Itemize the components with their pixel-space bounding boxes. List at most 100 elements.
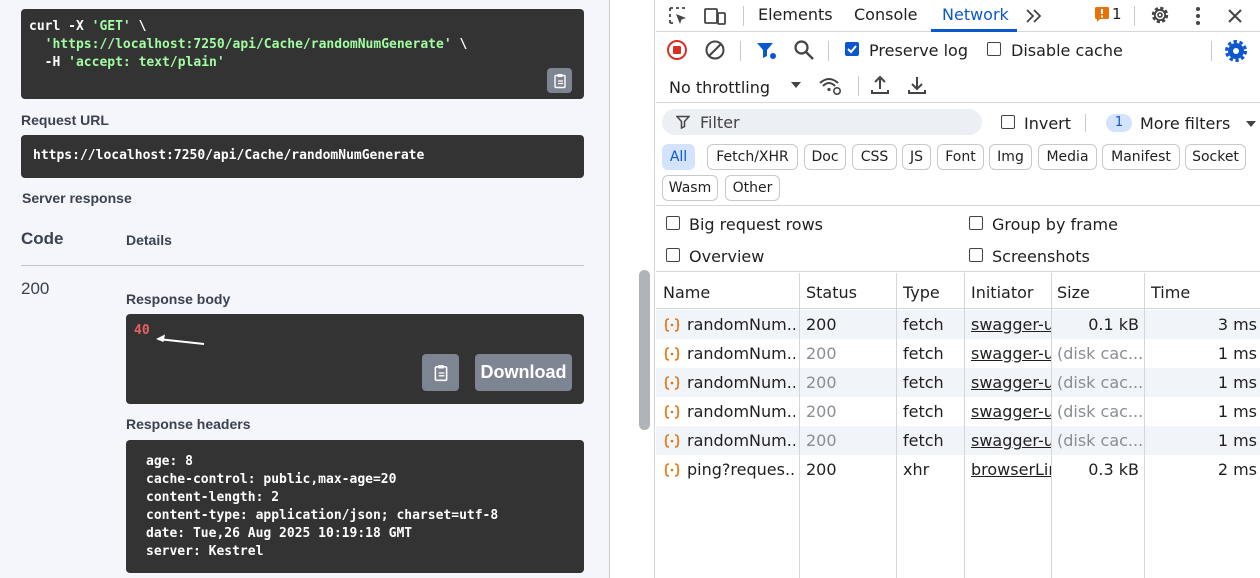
filter-chip-wasm[interactable]: Wasm [662,175,718,201]
request-name[interactable]: ping?reques... [687,460,795,479]
network-settings-gear-icon[interactable] [1224,39,1248,63]
network-toolbar: Preserve log Disable cache [656,33,1260,69]
response-header-line: content-length: 2 [146,490,280,505]
network-conditions-icon[interactable] [818,75,842,97]
copy-response-button[interactable] [422,354,459,391]
filter-chip-img[interactable]: Img [989,144,1032,170]
table-row[interactable]: randomNum... 200 fetch swagger-ui 0.1 kB 3 ms [656,310,1260,339]
devtools-panel: Elements Console Network 1 Preserve log … [610,0,1260,578]
filter-chip-all[interactable]: All [662,144,695,170]
request-name[interactable]: randomNum... [687,344,795,363]
filter-input[interactable]: Filter [662,109,982,135]
screenshots-checkbox[interactable] [969,248,983,262]
big-request-rows-checkbox[interactable] [666,216,680,230]
column-divider[interactable] [799,273,800,578]
close-icon[interactable] [1225,6,1245,26]
issues-count[interactable]: 1 [1112,5,1122,23]
column-header-size[interactable]: Size [1057,283,1090,302]
column-header-name[interactable]: Name [663,283,710,302]
settings-gear-icon[interactable] [1148,3,1172,27]
preserve-log-checkbox[interactable] [845,42,859,56]
request-time: 1 ms [1217,373,1257,392]
invert-checkbox[interactable] [1001,115,1015,129]
group-by-frame-checkbox[interactable] [969,216,983,230]
column-header-type[interactable]: Type [903,283,940,302]
issues-icon[interactable] [1094,6,1110,22]
overview-checkbox[interactable] [666,248,680,262]
divider [21,265,584,266]
inspect-element-icon[interactable] [667,5,689,27]
column-divider[interactable] [1051,273,1052,578]
scrollbar-thumb[interactable] [639,270,650,430]
group-by-frame-label[interactable]: Group by frame [992,215,1118,234]
table-row[interactable]: randomNum... 200 fetch swagger-ui (disk cac.… [656,397,1260,426]
column-divider[interactable] [896,273,897,578]
request-initiator-link[interactable]: swagger-ui [971,315,1051,334]
filter-chip-manifest[interactable]: Manifest [1102,144,1180,170]
filter-chip-css[interactable]: CSS [852,144,897,170]
disable-cache-label[interactable]: Disable cache [1011,41,1123,60]
search-icon[interactable] [793,39,815,61]
import-har-icon[interactable] [870,74,890,96]
details-column-header: Details [126,232,172,248]
request-name[interactable]: randomNum... [687,431,795,450]
column-header-initiator[interactable]: Initiator [971,283,1033,302]
request-initiator-link[interactable]: swagger-ui [971,373,1051,392]
more-filters-button[interactable]: More filters [1140,114,1230,133]
table-row[interactable]: ping?reques... 200 xhr browserLin 0.3 kB 2 ms [656,455,1260,484]
tab-network[interactable]: Network [942,5,1009,24]
column-divider[interactable] [1144,273,1145,578]
table-row[interactable]: randomNum... 200 fetch swagger-ui (disk cac.… [656,339,1260,368]
chevron-down-icon[interactable] [1245,120,1257,128]
copy-curl-button[interactable] [547,68,572,93]
type-filter-chips: All Fetch/XHR Doc CSS JS Font Img Media … [656,142,1260,206]
preserve-log-label[interactable]: Preserve log [869,41,968,60]
filter-chip-fetch-xhr[interactable]: Fetch/XHR [707,144,798,170]
filter-chip-other[interactable]: Other [725,175,780,201]
filter-chip-js[interactable]: JS [902,144,931,170]
table-row[interactable]: randomNum... 200 fetch swagger-ui (disk cac.… [656,368,1260,397]
request-size: (disk cac... [1057,373,1142,392]
filter-chip-media[interactable]: Media [1038,144,1097,170]
stop-recording-icon[interactable] [666,39,688,61]
column-header-status[interactable]: Status [806,283,857,302]
filter-chip-doc[interactable]: Doc [804,144,846,170]
response-body-label: Response body [126,291,231,307]
request-name[interactable]: randomNum... [687,315,795,334]
tab-console[interactable]: Console [854,5,918,24]
column-divider[interactable] [964,273,965,578]
request-initiator-link[interactable]: browserLin [971,460,1051,479]
more-options-icon[interactable] [1188,5,1208,27]
request-initiator-link[interactable]: swagger-ui [971,344,1051,363]
column-header-time[interactable]: Time [1151,283,1190,302]
request-name[interactable]: randomNum... [687,373,795,392]
filter-funnel-icon[interactable] [755,40,777,62]
tab-elements[interactable]: Elements [758,5,833,24]
filter-chip-font[interactable]: Font [937,144,984,170]
request-type: fetch [903,344,944,363]
dropdown-arrow-icon[interactable] [790,81,802,89]
disable-cache-checkbox[interactable] [987,42,1001,56]
page-scrollbar[interactable] [610,0,655,578]
big-request-rows-label[interactable]: Big request rows [689,215,823,234]
device-toolbar-icon[interactable] [703,5,727,27]
overview-label[interactable]: Overview [689,247,764,266]
curl-text: -H [29,55,69,70]
download-button[interactable]: Download [475,354,572,391]
more-tabs-icon[interactable] [1024,7,1044,25]
invert-label[interactable]: Invert [1024,114,1071,133]
curl-indent [29,37,45,52]
network-toolbar-2: No throttling [656,69,1260,103]
devtools-main: Elements Console Network 1 Preserve log … [656,0,1260,578]
export-har-icon[interactable] [907,74,927,96]
request-initiator-link[interactable]: swagger-ui [971,431,1051,450]
filter-chip-socket[interactable]: Socket [1185,144,1246,170]
clear-log-icon[interactable] [704,39,726,61]
request-time: 1 ms [1217,431,1257,450]
table-row[interactable]: randomNum... 200 fetch swagger-ui (disk cac.… [656,426,1260,455]
request-type: xhr [903,460,930,479]
screenshots-label[interactable]: Screenshots [992,247,1090,266]
request-name[interactable]: randomNum... [687,402,795,421]
request-initiator-link[interactable]: swagger-ui [971,402,1051,421]
throttling-select[interactable]: No throttling [669,78,770,97]
